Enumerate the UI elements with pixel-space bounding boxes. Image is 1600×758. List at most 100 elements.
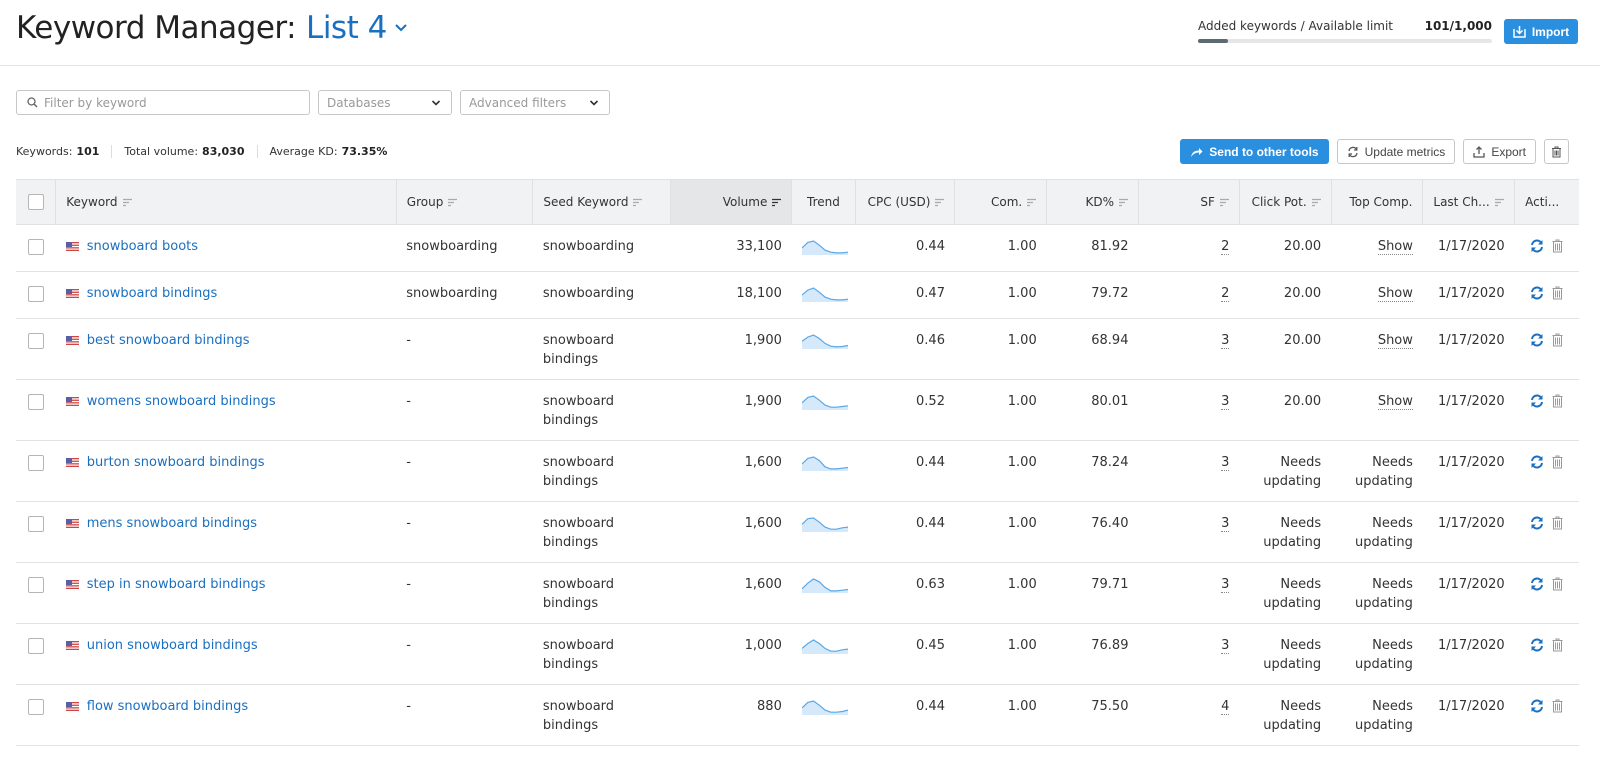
keyword-link[interactable]: mens snowboard bindings <box>87 514 257 533</box>
keyword-cell: snowboard boots <box>55 224 397 272</box>
click-potential-cell: 20.00 <box>1239 224 1332 272</box>
trend-sparkline-area <box>801 396 848 410</box>
seed-keyword-cell: snowboard bindings <box>532 562 671 624</box>
table-row: womens snowboard bindings - snowboard bi… <box>16 379 1579 441</box>
column-header-kd[interactable]: KD% <box>1046 179 1139 225</box>
trash-icon[interactable] <box>1552 394 1563 408</box>
refresh-icon[interactable] <box>1530 286 1544 300</box>
chevron-down-icon <box>431 99 441 106</box>
serp-features-link[interactable]: 3 <box>1221 394 1230 410</box>
select-all-checkbox[interactable] <box>27 193 44 210</box>
trash-icon[interactable] <box>1552 239 1563 253</box>
send-to-other-tools-button[interactable]: Send to other tools <box>1180 139 1329 164</box>
refresh-icon[interactable] <box>1530 577 1544 591</box>
refresh-icon[interactable] <box>1530 699 1544 713</box>
serp-features-link[interactable]: 3 <box>1221 333 1230 349</box>
row-checkbox[interactable] <box>27 394 44 410</box>
table-row: flow snowboard bindings - snowboard bind… <box>16 684 1579 746</box>
keyword-link[interactable]: best snowboard bindings <box>87 331 250 350</box>
top-competitors-cell: Needs updating <box>1331 684 1423 746</box>
keyword-filter-input[interactable]: Filter by keyword <box>16 90 310 115</box>
import-button[interactable]: Import <box>1504 19 1578 44</box>
refresh-icon[interactable] <box>1530 455 1544 469</box>
sf-cell: 3 <box>1138 379 1240 441</box>
keyword-link[interactable]: womens snowboard bindings <box>87 392 276 411</box>
keyword-link[interactable]: burton snowboard bindings <box>87 453 265 472</box>
cpc-cell: 0.46 <box>855 318 955 380</box>
trend-sparkline <box>801 700 848 715</box>
trash-icon[interactable] <box>1552 516 1563 530</box>
row-checkbox[interactable] <box>27 577 44 593</box>
seed-keyword-cell: snowboard bindings <box>532 623 671 685</box>
update-metrics-button[interactable]: Update metrics <box>1336 139 1456 164</box>
serp-features-link[interactable]: 3 <box>1221 638 1230 654</box>
last-changed-cell: 1/17/2020 <box>1422 379 1515 441</box>
top-competitors-value: Needs updating <box>1354 516 1413 550</box>
serp-features-link[interactable]: 3 <box>1221 516 1230 532</box>
us-flag-icon <box>65 580 79 589</box>
share-arrow-icon <box>1191 147 1203 157</box>
top-competitors-value: Needs updating <box>1354 577 1413 611</box>
serp-features-link[interactable]: 3 <box>1221 577 1230 593</box>
advanced-filters-dropdown[interactable]: Advanced filters <box>460 90 610 115</box>
refresh-icon[interactable] <box>1530 516 1544 530</box>
top-competitors-cell: Show <box>1331 318 1423 380</box>
group-cell: snowboarding <box>396 271 533 319</box>
column-header-seed-keyword[interactable]: Seed Keyword <box>532 179 672 225</box>
trash-icon[interactable] <box>1552 333 1563 347</box>
seed-keyword-cell: snowboard bindings <box>532 318 671 380</box>
last-changed-cell: 1/17/2020 <box>1422 318 1515 380</box>
column-header-group[interactable]: Group <box>396 179 534 225</box>
trash-icon[interactable] <box>1552 577 1563 591</box>
sf-cell: 3 <box>1138 501 1240 563</box>
row-checkbox[interactable] <box>27 333 44 349</box>
delete-selected-button[interactable] <box>1544 139 1569 164</box>
chevron-down-icon[interactable] <box>393 20 409 36</box>
trash-icon[interactable] <box>1552 638 1563 652</box>
databases-dropdown[interactable]: Databases <box>318 90 452 115</box>
column-header-sf[interactable]: SF <box>1138 179 1240 225</box>
refresh-icon[interactable] <box>1530 638 1544 652</box>
refresh-icon[interactable] <box>1530 333 1544 347</box>
keyword-link[interactable]: step in snowboard bindings <box>87 575 266 594</box>
sort-icon <box>448 198 458 207</box>
trash-icon[interactable] <box>1552 286 1563 300</box>
row-checkbox[interactable] <box>27 286 44 302</box>
row-checkbox[interactable] <box>27 239 44 255</box>
keyword-link[interactable]: union snowboard bindings <box>87 636 258 655</box>
refresh-icon[interactable] <box>1530 239 1544 253</box>
row-checkbox[interactable] <box>27 699 44 715</box>
cpc-cell: 0.63 <box>855 562 955 624</box>
trash-icon[interactable] <box>1552 699 1563 713</box>
last-changed-cell: 1/17/2020 <box>1422 271 1515 319</box>
column-header-last-changed[interactable]: Last Ch... <box>1422 179 1516 225</box>
column-header-competition[interactable]: Com. <box>954 179 1048 225</box>
search-icon <box>27 97 38 108</box>
table-header-row: Keyword Group Seed Keyword Volume Trend … <box>16 179 1579 225</box>
refresh-icon[interactable] <box>1530 394 1544 408</box>
serp-features-link[interactable]: 3 <box>1221 455 1230 471</box>
click-potential-cell: 20.00 <box>1239 271 1332 319</box>
top-competitors-value: Needs updating <box>1354 638 1413 672</box>
column-header-keyword[interactable]: Keyword <box>55 179 397 225</box>
serp-features-link[interactable]: 4 <box>1221 699 1230 715</box>
row-checkbox[interactable] <box>27 516 44 532</box>
list-selector[interactable]: List 4 <box>306 10 387 46</box>
sort-icon <box>122 198 132 207</box>
column-header-click-potential[interactable]: Click Pot. <box>1239 179 1332 225</box>
column-header-volume[interactable]: Volume <box>670 179 793 225</box>
cpc-cell: 0.52 <box>855 379 955 441</box>
serp-features-link[interactable]: 2 <box>1221 239 1230 255</box>
keyword-link[interactable]: flow snowboard bindings <box>87 697 248 716</box>
serp-features-link[interactable]: 2 <box>1221 286 1230 302</box>
row-checkbox[interactable] <box>27 638 44 654</box>
keyword-link[interactable]: snowboard bindings <box>87 284 218 303</box>
trash-icon[interactable] <box>1552 455 1563 469</box>
column-header-cpc[interactable]: CPC (USD) <box>855 179 956 225</box>
export-button[interactable]: Export <box>1463 139 1536 164</box>
row-checkbox[interactable] <box>27 455 44 471</box>
top-competitors-value: Needs updating <box>1354 699 1413 733</box>
us-flag-icon <box>65 458 79 467</box>
top-competitors-cell: Needs updating <box>1331 440 1423 502</box>
keyword-link[interactable]: snowboard boots <box>87 237 198 256</box>
